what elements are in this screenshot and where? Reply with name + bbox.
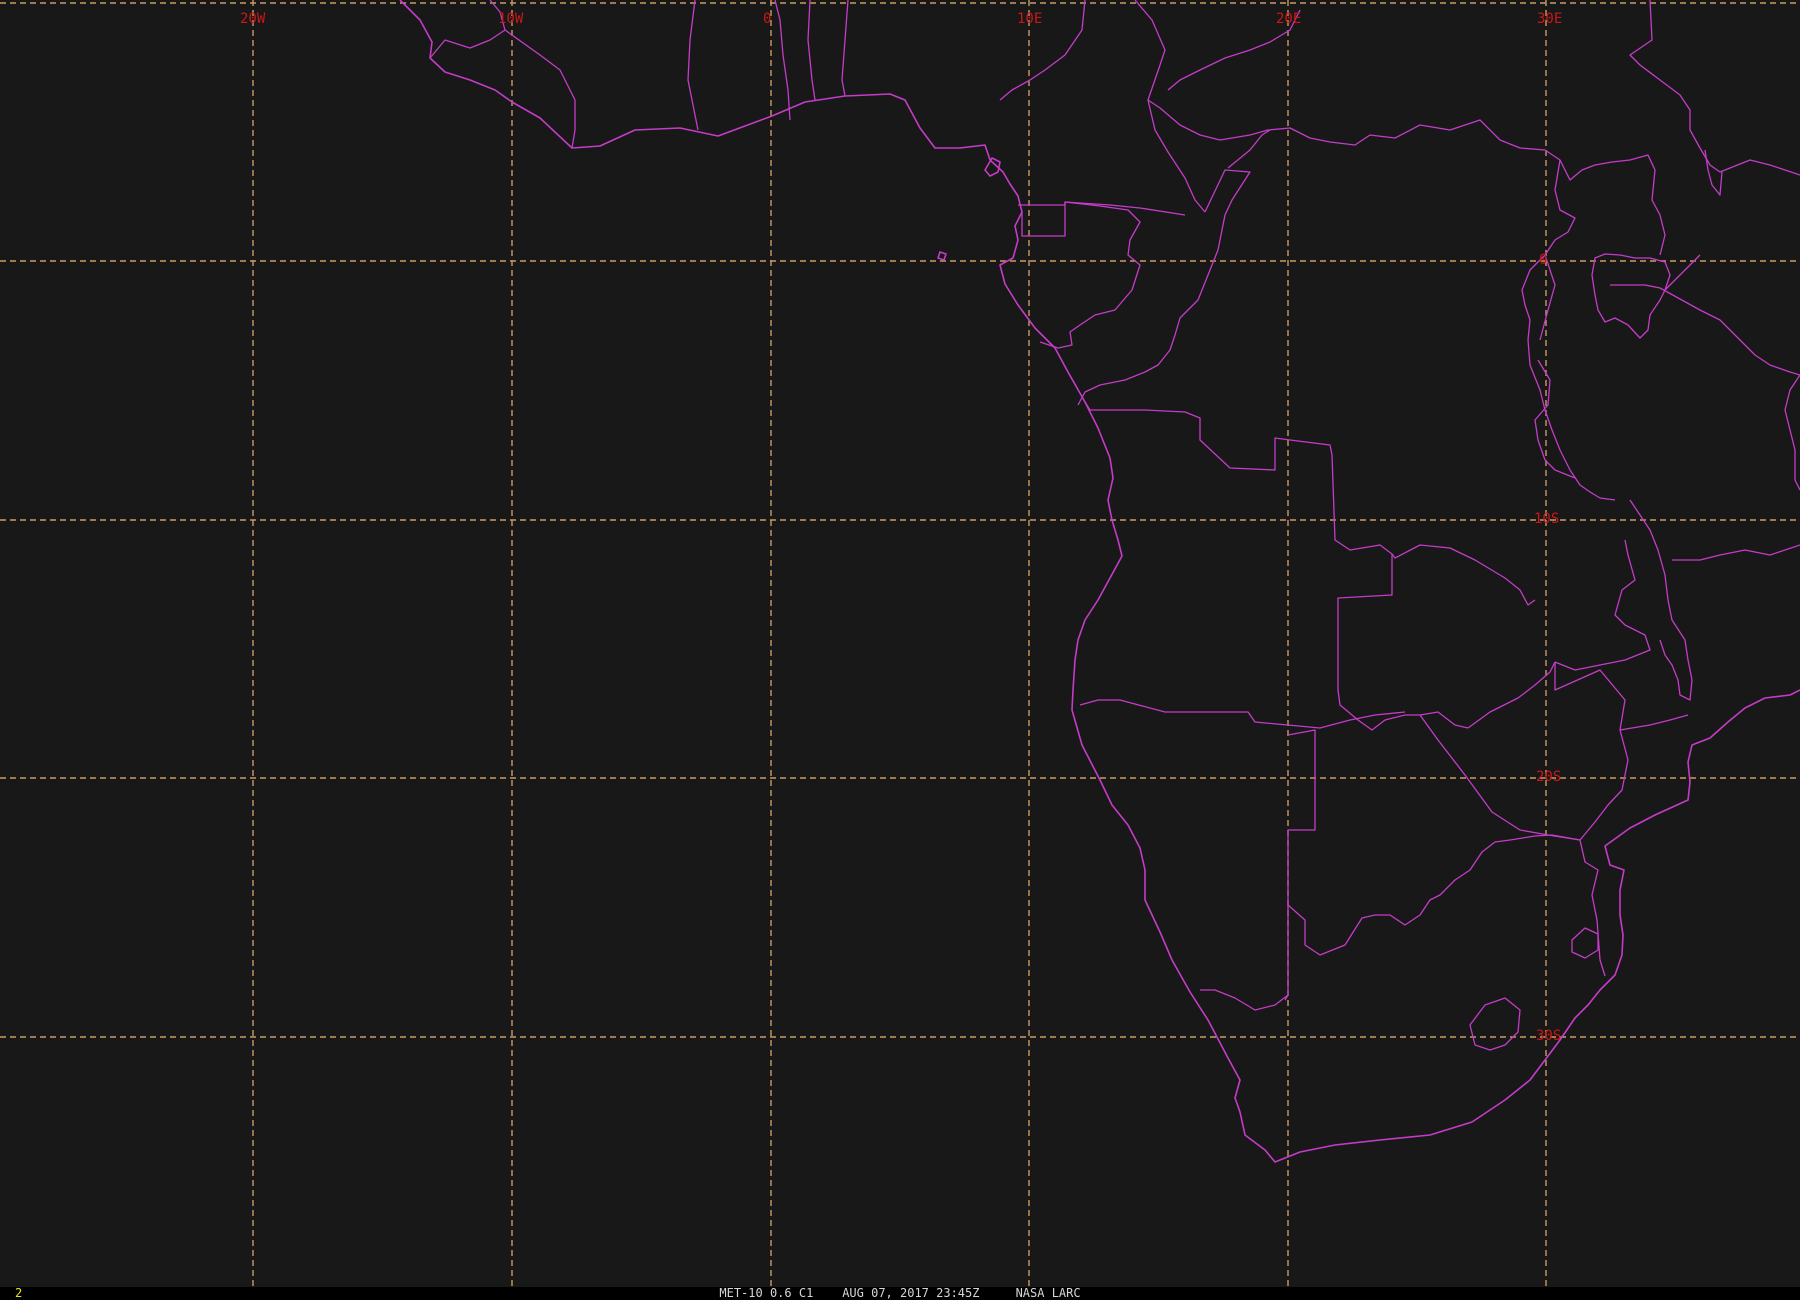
border-w-africa-3: [687, 0, 699, 131]
map-canvas: 20W 10W 0 10E 20E 30E 0 10S 20S 30S: [0, 0, 1800, 1287]
border-east-coast: [1784, 374, 1800, 491]
border-east-2: [1544, 159, 1576, 256]
border-zim-mozambique: [1579, 729, 1629, 841]
lon-label-10w: 10W: [498, 11, 524, 27]
lon-label-0: 0: [763, 11, 771, 27]
border-east-1: [1544, 149, 1666, 256]
border-zambia-zim: [1467, 661, 1556, 729]
graticule: [0, 0, 1800, 1287]
satellite-image-viewer: 20W 10W 0 10E 20E 30E 0 10S 20S 30S 2 ME…: [0, 0, 1800, 1300]
border-east-4: [1610, 284, 1800, 376]
border-lake-turkana: [1704, 149, 1723, 196]
border-mozambique-zim: [1579, 839, 1606, 977]
border-mozambique-east: [1619, 714, 1689, 731]
lat-label-30s: 30S: [1536, 1028, 1561, 1044]
border-east-5: [1629, 0, 1721, 173]
border-botswana-south-africa: [1287, 834, 1581, 956]
border-lake-victoria: [1591, 253, 1671, 339]
lon-label-10e: 10E: [1017, 11, 1042, 27]
coastline-west-africa: [399, 0, 1800, 1163]
lon-label-20e: 20E: [1276, 11, 1301, 27]
border-cameroon-chad: [1134, 0, 1206, 213]
border-drc-angola: [1090, 409, 1536, 606]
border-angola-namibia: [1079, 699, 1406, 729]
border-congo-drc: [1077, 169, 1251, 406]
border-w-africa-4: [774, 0, 791, 121]
border-lesotho: [1469, 997, 1521, 1051]
lat-label-0: 0: [1539, 252, 1547, 268]
border-drc-zambia-tanzania: [1534, 359, 1576, 479]
border-namibia-botswana: [1284, 729, 1316, 1001]
border-car-sudan: [1147, 99, 1546, 151]
border-w-africa-5: [807, 0, 816, 101]
lon-label-20w: 20W: [240, 11, 266, 27]
border-zambia-mozambique: [1554, 662, 1626, 731]
border-angola-north: [1084, 401, 1091, 411]
border-cameroon-congo: [1018, 201, 1186, 216]
lon-label-30e: 30E: [1537, 11, 1562, 27]
lat-label-20s: 20S: [1536, 769, 1561, 785]
border-namibia-south-africa: [1200, 989, 1289, 1011]
border-kenya-ethiopia: [1719, 159, 1800, 176]
border-tanzania-mozambique: [1672, 544, 1800, 561]
border-angola-zambia: [1337, 554, 1469, 731]
border-w-africa-6: [841, 0, 849, 97]
border-w-africa-1: [429, 0, 506, 59]
satellite-caption: MET-10 0.6 C1 AUG 07, 2017 23:45Z NASA L…: [719, 1286, 1081, 1300]
image-caption-bar: 2 MET-10 0.6 C1 AUG 07, 2017 23:45Z NASA…: [0, 1287, 1800, 1300]
border-swaziland: [1571, 927, 1599, 959]
border-zambia-malawi: [1554, 539, 1651, 671]
lat-label-10s: 10S: [1534, 511, 1559, 527]
grid-labels: 20W 10W 0 10E 20E 30E 0 10S 20S 30S: [240, 11, 1562, 1044]
country-boundaries: [399, 0, 1800, 1163]
border-lake-malawi: [1629, 499, 1693, 701]
island-sao-tome: [937, 251, 947, 261]
border-nigeria-cameroon: [999, 0, 1086, 101]
border-gabon: [1021, 201, 1141, 349]
border-east-6: [1664, 254, 1701, 291]
border-w-africa-2: [504, 29, 576, 149]
